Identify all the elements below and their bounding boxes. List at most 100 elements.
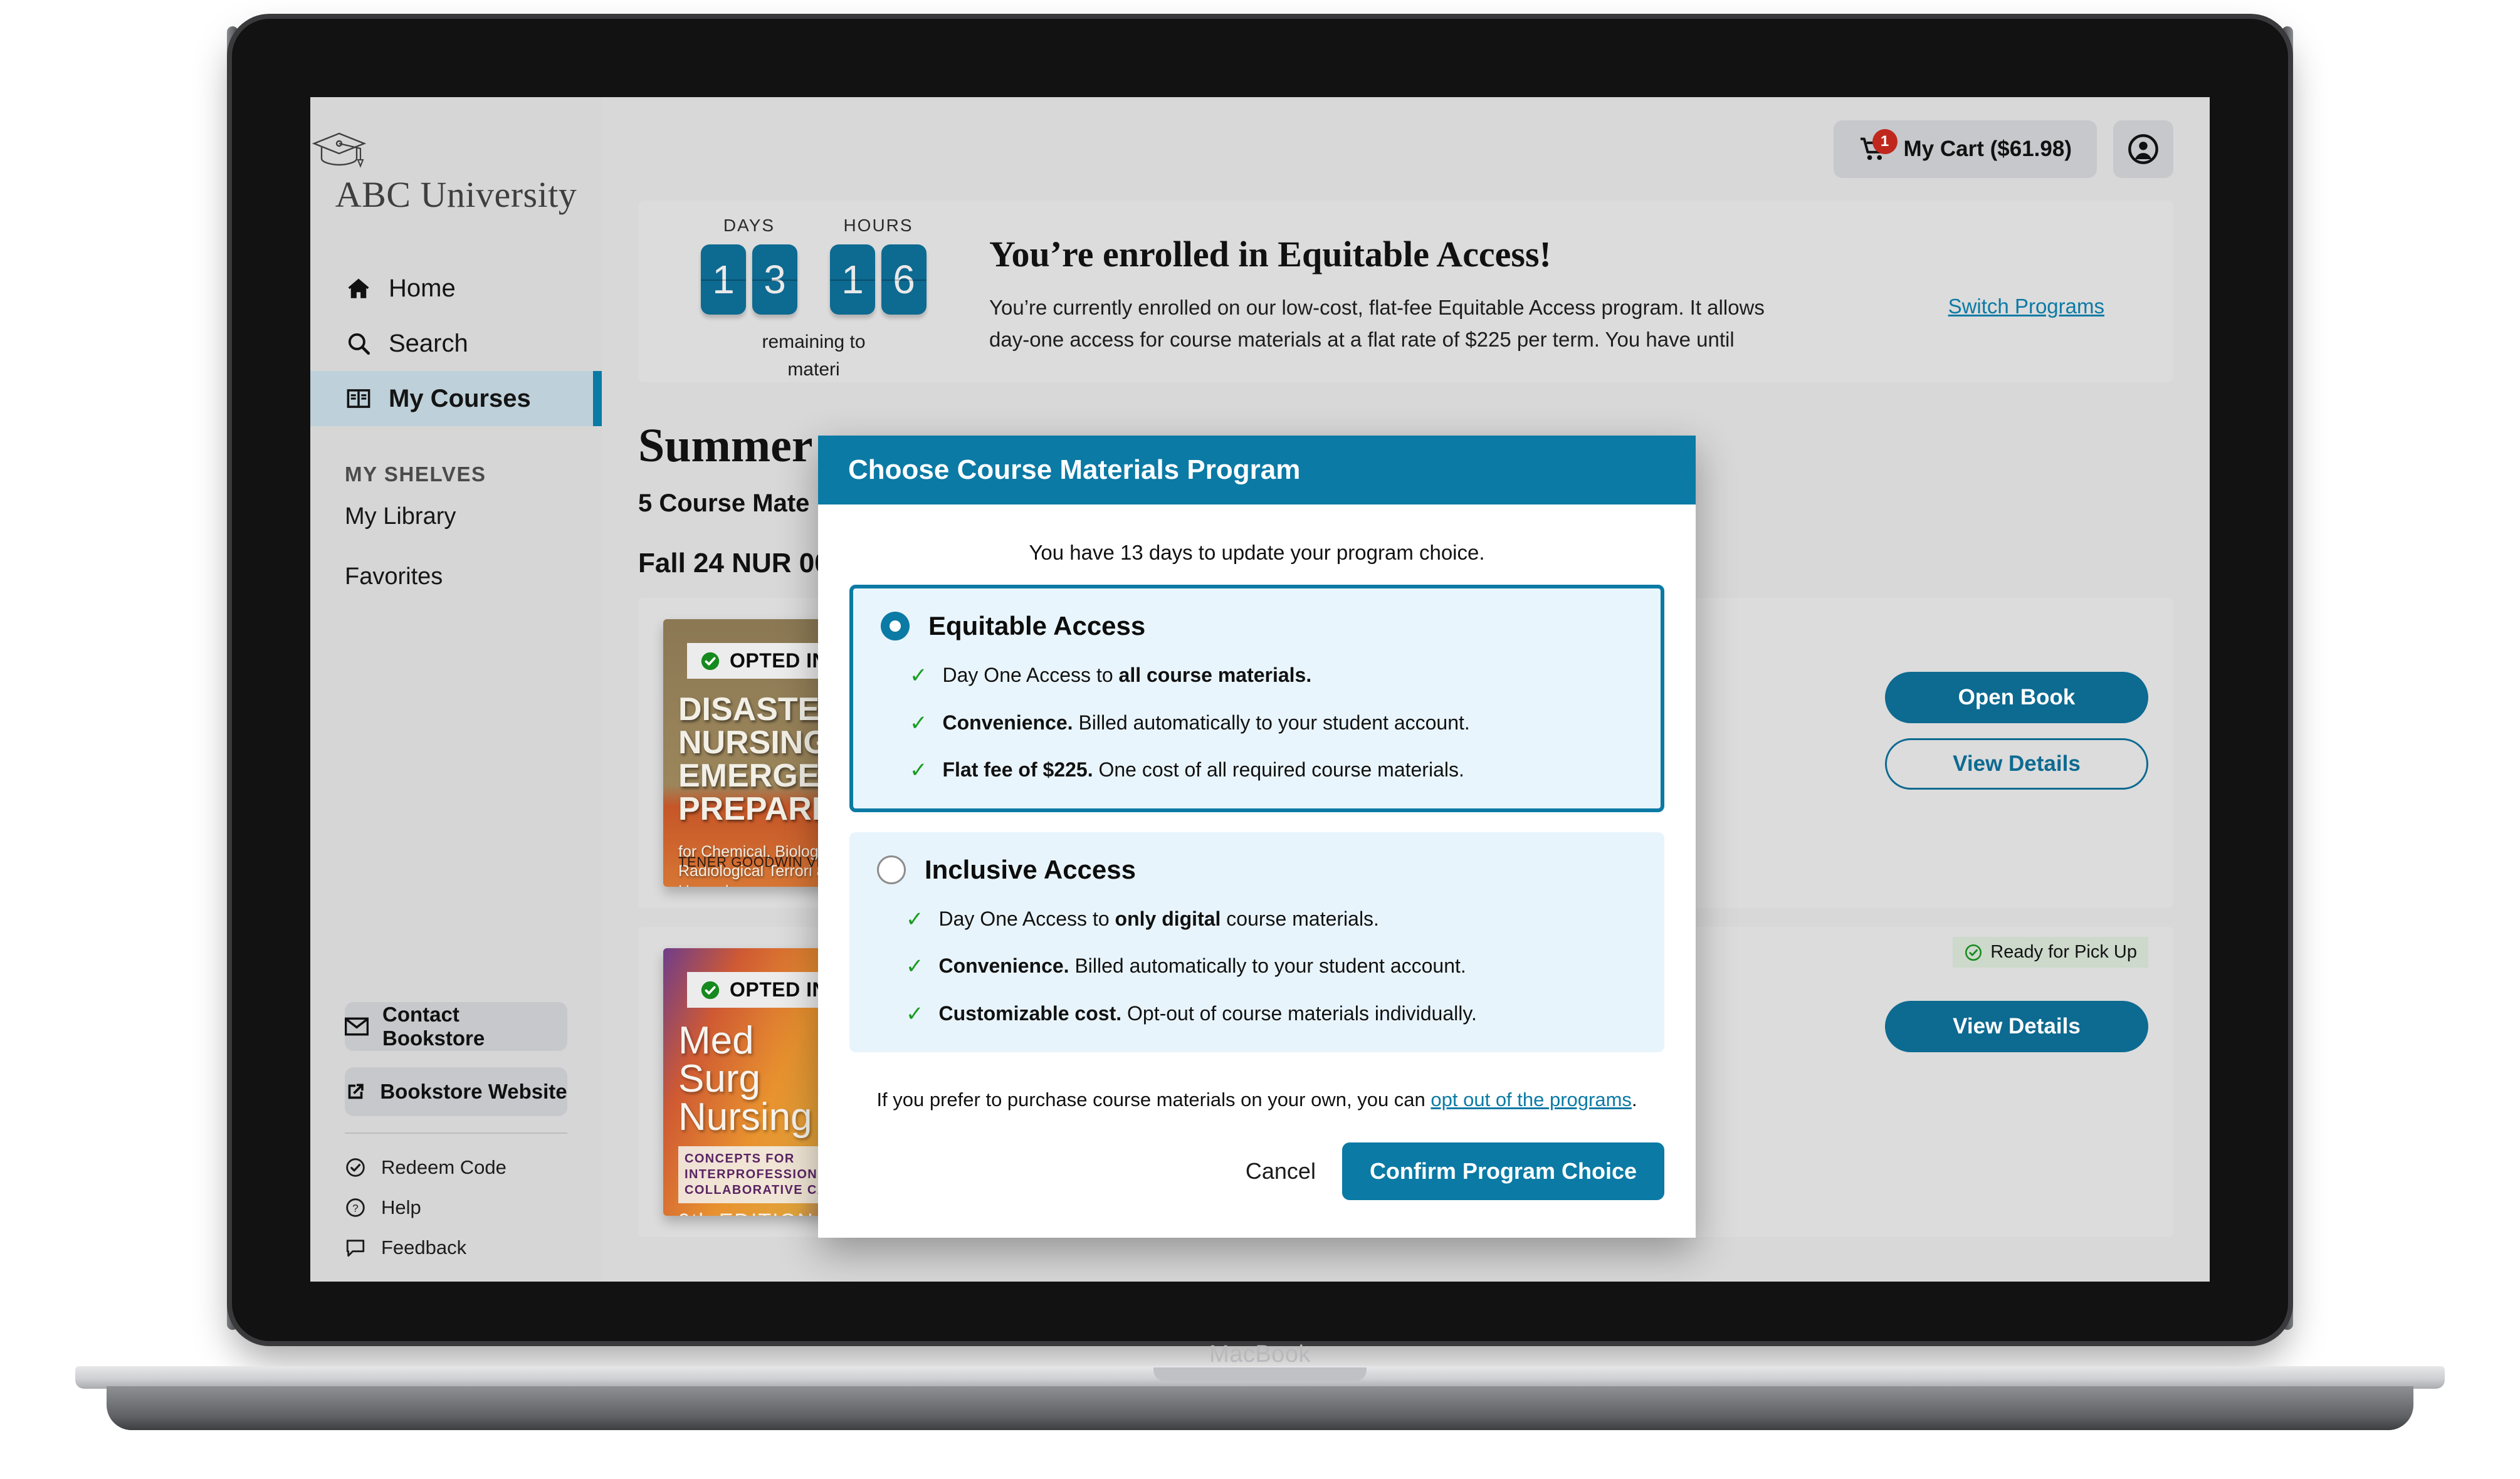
my-cart-button[interactable]: 1 My Cart ($61.98): [1833, 120, 2097, 178]
feature-bold: Customizable cost.: [938, 1001, 1122, 1025]
feature-text: Convenience. Billed automatically to you…: [939, 953, 1466, 980]
feature-text: Convenience. Billed automatically to you…: [943, 710, 1470, 736]
option-feature: ✓ Day One Access to all course materials…: [881, 662, 1633, 689]
feature-plain: Billed automatically to your student acc…: [1069, 954, 1466, 978]
shelf-label: My Library: [345, 503, 456, 530]
browser-viewport: ABC University Home Search My Courses MY…: [310, 97, 2210, 1282]
option-feature: ✓ Convenience. Billed automatically to y…: [881, 710, 1633, 736]
help-link[interactable]: ? Help: [310, 1188, 602, 1228]
shelf-label: Favorites: [345, 563, 443, 590]
opted-in-badge: OPTED IN: [687, 972, 840, 1008]
countdown-hours-digits: 1 6: [830, 244, 927, 315]
open-book-button[interactable]: Open Book: [1885, 672, 2148, 723]
check-circle-filled-icon: [700, 651, 721, 672]
sidebar-footer: Contact Bookstore Bookstore Website Rede…: [310, 1002, 602, 1282]
book-open-icon: [345, 385, 372, 412]
switch-programs-link[interactable]: Switch Programs: [1948, 295, 2104, 318]
opt-out-link[interactable]: opt out of the programs: [1431, 1089, 1632, 1111]
feature-bold: Convenience.: [942, 711, 1073, 734]
sidebar-item-search[interactable]: Search: [310, 316, 602, 371]
status-label: Ready for Pick Up: [1990, 942, 2137, 962]
external-link-icon: [345, 1081, 366, 1102]
sidebar-item-home[interactable]: Home: [310, 261, 602, 316]
badge-label: OPTED IN: [730, 649, 827, 672]
option-feature: ✓ Customizable cost. Opt-out of course m…: [877, 1001, 1637, 1027]
option-feature: ✓ Convenience. Billed automatically to y…: [877, 953, 1637, 980]
book-actions: Open Book View Details: [1885, 672, 2148, 790]
confirm-program-choice-button[interactable]: Confirm Program Choice: [1341, 1142, 1664, 1200]
question-circle-icon: ?: [345, 1197, 366, 1218]
option-header: Equitable Access: [881, 611, 1633, 641]
radio-equitable-access[interactable]: [881, 612, 910, 640]
countdown-days: DAYS 1 3: [701, 216, 797, 315]
badge-label: OPTED IN: [730, 978, 827, 1001]
check-icon: ✓: [910, 758, 928, 783]
countdown-subtext-line2: materi: [787, 358, 840, 380]
account-circle-icon: [2127, 133, 2160, 165]
banner-body: You’re currently enrolled on our low-cos…: [989, 296, 1765, 352]
enrollment-banner: DAYS 1 3 HOURS 1 6 remaining to materi Y…: [638, 201, 2173, 382]
countdown-digit: 6: [881, 244, 927, 315]
countdown-units: DAYS 1 3 HOURS 1 6: [638, 216, 989, 315]
feature-bold: all course materials.: [1118, 664, 1312, 686]
countdown-subtext: remaining to materi: [638, 328, 989, 383]
radio-inclusive-access[interactable]: [877, 855, 906, 884]
sidebar-item-my-library[interactable]: My Library: [310, 486, 602, 546]
countdown-digit: 1: [701, 244, 746, 315]
sidebar-item-label: Home: [389, 274, 456, 302]
optout-note: If you prefer to purchase course materia…: [818, 1089, 1696, 1111]
countdown-digit: 3: [752, 244, 797, 315]
view-details-button[interactable]: View Details: [1885, 1001, 2148, 1052]
option-header: Inclusive Access: [877, 855, 1637, 885]
countdown-days-label: DAYS: [723, 216, 775, 235]
feedback-link[interactable]: Feedback: [310, 1228, 602, 1268]
contact-bookstore-button[interactable]: Contact Bookstore: [345, 1002, 567, 1051]
sidebar-item-label: My Courses: [389, 384, 531, 412]
option-title: Equitable Access: [928, 611, 1146, 640]
cart-count-badge: 1: [1872, 128, 1898, 154]
top-bar: 1 My Cart ($61.98): [602, 97, 2210, 201]
macbook-label: MacBook: [1209, 1341, 1311, 1367]
optout-suffix: .: [1631, 1088, 1637, 1111]
account-button[interactable]: [2113, 120, 2173, 178]
sidebar-item-favorites[interactable]: Favorites: [310, 546, 602, 607]
countdown-hours: HOURS 1 6: [830, 216, 927, 315]
link-label: Help: [381, 1196, 421, 1218]
countdown-subtext-line1: remaining to: [762, 332, 866, 352]
option-title: Inclusive Access: [925, 854, 1136, 884]
feature-text: Customizable cost. Opt-out of course mat…: [939, 1001, 1477, 1027]
feature-text: Day One Access to only digital course ma…: [939, 906, 1379, 933]
search-icon: [345, 330, 372, 357]
button-label: Contact Bookstore: [382, 1003, 485, 1050]
program-option-equitable-access[interactable]: Equitable Access ✓ Day One Access to all…: [849, 585, 1664, 812]
program-option-inclusive-access[interactable]: Inclusive Access ✓ Day One Access to onl…: [849, 832, 1664, 1052]
check-icon: ✓: [906, 954, 924, 979]
feature-plain: Opt-out of course materials individually…: [1121, 1001, 1477, 1025]
feature-bold: only digital: [1115, 907, 1221, 930]
link-label: Redeem Code: [381, 1156, 507, 1178]
screenshot-stage: MacBook ABC University Home Search My Co…: [0, 0, 2520, 1479]
feature-text: Flat fee of $225. One cost of all requir…: [943, 757, 1464, 783]
banner-text: You’re enrolled in Equitable Access! You…: [989, 201, 2173, 355]
shelves-heading: MY SHELVES: [345, 463, 486, 486]
mail-icon: [345, 1017, 369, 1036]
option-feature: ✓ Day One Access to only digital course …: [877, 906, 1637, 933]
option-feature: ✓ Flat fee of $225. One cost of all requ…: [881, 757, 1633, 783]
view-details-button[interactable]: View Details: [1885, 738, 2148, 790]
sidebar: ABC University Home Search My Courses MY…: [310, 97, 602, 1282]
feature-text: Day One Access to all course materials.: [943, 662, 1312, 689]
check-icon: ✓: [906, 907, 924, 931]
countdown: DAYS 1 3 HOURS 1 6 remaining to materi: [638, 201, 989, 383]
svg-text:?: ?: [352, 1203, 358, 1215]
feature-tail: course materials.: [1221, 907, 1379, 930]
graduation-cap-icon: [310, 130, 602, 169]
feature-plain: One cost of all required course material…: [1093, 758, 1464, 781]
optout-prefix: If you prefer to purchase course materia…: [876, 1088, 1431, 1111]
laptop-notch: [1153, 1367, 1367, 1381]
cancel-button[interactable]: Cancel: [1246, 1158, 1316, 1184]
redeem-code-link[interactable]: Redeem Code: [310, 1147, 602, 1188]
sidebar-item-my-courses[interactable]: My Courses: [310, 371, 602, 426]
sidebar-divider: [345, 1132, 567, 1134]
bookstore-website-button[interactable]: Bookstore Website: [345, 1067, 567, 1116]
link-label: Feedback: [381, 1236, 467, 1258]
